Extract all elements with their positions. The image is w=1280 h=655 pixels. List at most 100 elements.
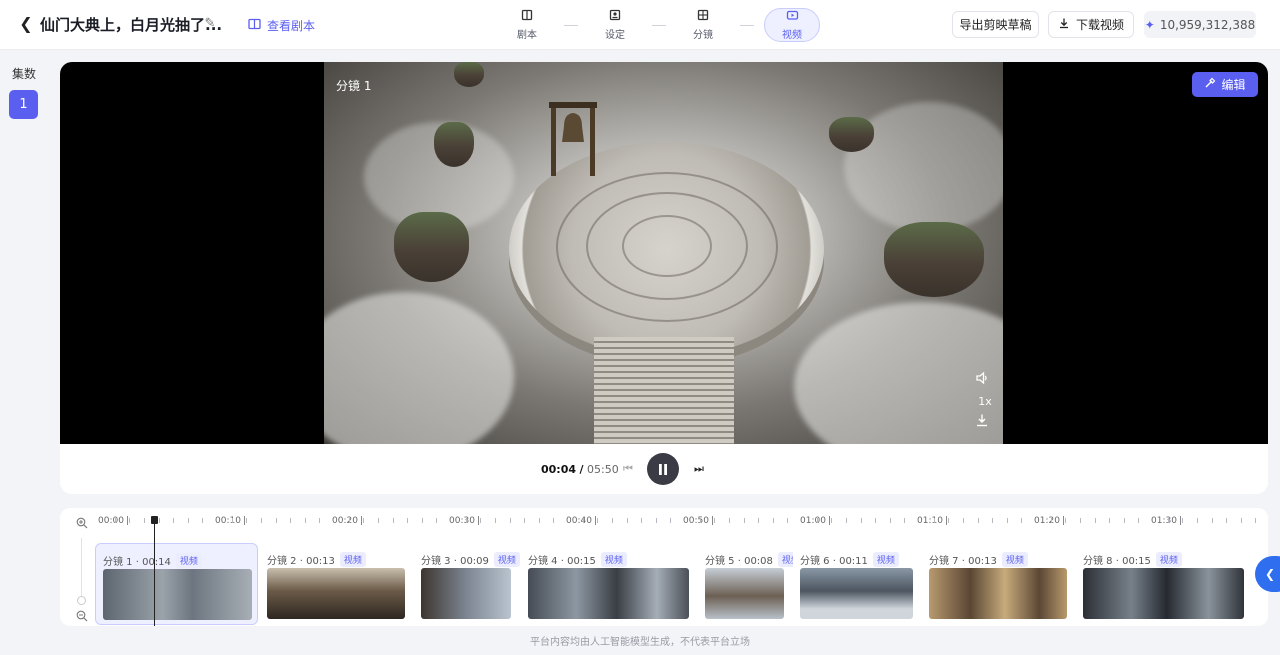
frame-label: 分镜 1 (336, 79, 372, 93)
step-settings[interactable]: 设定 (588, 8, 642, 42)
clip-7[interactable]: 分镜 7 · 00:13 视频 (922, 543, 1074, 625)
clip-badge: 视频 (339, 552, 366, 567)
ruler-tick (276, 518, 277, 523)
previous-icon[interactable]: ⏮ (621, 461, 635, 477)
ruler-tick (1168, 518, 1169, 523)
export-draft-label: 导出剪映草稿 (959, 18, 1032, 32)
step-label: 剧本 (517, 30, 537, 41)
view-script-label: 查看剧本 (267, 19, 316, 33)
clip-8[interactable]: 分镜 8 · 00:15 视频 (1076, 543, 1252, 625)
download-icon (1058, 17, 1070, 32)
credits-value: 10,959,312,388 (1159, 17, 1256, 32)
ruler-tick (1051, 518, 1052, 523)
download-frame-icon[interactable] (974, 413, 990, 429)
ruler-tick (992, 518, 993, 523)
clip-5[interactable]: 分镜 5 · 00:08 视频 (698, 543, 804, 625)
clip-badge: 视频 (600, 552, 627, 567)
clip-thumbnail (800, 568, 913, 619)
credits-balance[interactable]: ✦ 10,959,312,388 (1144, 11, 1256, 38)
ruler-label: 00:30 (449, 516, 475, 526)
ruler-tick (1212, 518, 1213, 523)
episode-button-1[interactable]: 1 (9, 90, 38, 119)
next-icon[interactable]: ⏭ (692, 461, 706, 477)
clip-4[interactable]: 分镜 4 · 00:15 视频 (521, 543, 696, 625)
ruler-tick (510, 518, 511, 523)
ruler-tick (946, 516, 947, 525)
clip-thumbnail (929, 568, 1067, 619)
stairs (594, 337, 734, 444)
ai-disclaimer: 平台内容均由人工智能模型生成，不代表平台立场 (530, 637, 750, 648)
clip-name: 分镜 5 · 00:08 (705, 556, 773, 567)
edit-button[interactable]: 编辑 (1192, 72, 1258, 97)
ruler-tick (478, 516, 479, 525)
ruler-tick (261, 518, 262, 523)
edit-title-icon[interactable]: ✎ (202, 16, 218, 32)
clip-1[interactable]: 分镜 1 · 00:14 视频 (95, 543, 258, 625)
clip-thumbnail (705, 568, 784, 619)
ruler-tick (144, 518, 145, 523)
pause-button[interactable] (647, 453, 679, 485)
playback-speed[interactable]: 1x (973, 395, 997, 409)
ruler-tick (246, 518, 247, 523)
clip-thumbnail (267, 568, 405, 619)
ruler-tick (1255, 518, 1256, 523)
zoom-slider-track[interactable] (81, 538, 82, 602)
ruler-tick (1197, 518, 1198, 523)
playback-controls: 00:04 / 05:50 ⏮ ⏭ (60, 444, 1268, 494)
ruler-label: 00:50 (683, 516, 709, 526)
clip-2[interactable]: 分镜 2 · 00:13 视频 (260, 543, 412, 625)
ruler-tick (670, 518, 671, 523)
ruler-tick (524, 518, 525, 523)
clip-6[interactable]: 分镜 6 · 00:11 视频 (793, 543, 920, 625)
clip-name: 分镜 3 · 00:09 (421, 556, 489, 567)
clip-header: 分镜 7 · 00:13 视频 (929, 552, 1028, 567)
step-video[interactable]: 视频 (764, 8, 820, 42)
ruler-tick (495, 518, 496, 523)
download-video-button[interactable]: 下载视频 (1048, 11, 1134, 38)
ruler-tick (875, 518, 876, 523)
step-divider (740, 24, 754, 26)
clip-name: 分镜 2 · 00:13 (267, 556, 335, 567)
time-ruler[interactable]: 00:00 00:10 00:20 00:30 00:40 00:50 01:0… (98, 514, 1268, 528)
clip-header: 分镜 4 · 00:15 视频 (528, 552, 627, 567)
workflow-steps: 剧本 设定 分镜 视频 (500, 6, 820, 44)
clip-header: 分镜 1 · 00:14 视频 (103, 553, 202, 568)
ruler-tick (1226, 518, 1227, 523)
ruler-tick (305, 518, 306, 523)
edit-wand-icon (1204, 77, 1216, 92)
ruler-tick (714, 518, 715, 523)
volume-icon[interactable] (973, 371, 991, 387)
zoom-in-icon[interactable] (76, 517, 88, 529)
video-player: 分镜 1 编辑 1x 00:04 / 05:50 ⏮ ⏭ (60, 62, 1268, 494)
download-video-label: 下载视频 (1075, 18, 1124, 32)
clip-badge: 视频 (1155, 552, 1182, 567)
ruler-label: 01:00 (800, 516, 826, 526)
view-script-link[interactable]: 查看剧本 (248, 17, 315, 34)
back-arrow-icon[interactable]: ❮ (16, 14, 36, 34)
book-icon (521, 9, 533, 24)
ruler-tick (773, 518, 774, 523)
clip-header: 分镜 3 · 00:09 视频 (421, 552, 520, 567)
ruler-tick (846, 518, 847, 523)
ruler-tick (1124, 518, 1125, 523)
ruler-tick (1021, 518, 1022, 523)
ruler-tick (1109, 518, 1110, 523)
ruler-tick (129, 518, 130, 523)
zoom-slider-handle[interactable] (77, 596, 86, 605)
ruler-tick (466, 518, 467, 523)
step-divider (652, 24, 666, 26)
ruler-tick (583, 518, 584, 523)
pause-icon (659, 463, 667, 475)
clip-thumbnail (103, 569, 252, 620)
clip-3[interactable]: 分镜 3 · 00:09 视频 (414, 543, 520, 625)
project-title: 仙门大典上，白月光抽了... (40, 16, 223, 34)
step-divider (564, 24, 578, 26)
ruler-tick (159, 518, 160, 523)
step-script[interactable]: 剧本 (500, 8, 554, 42)
ruler-tick (1182, 518, 1183, 523)
playhead[interactable] (151, 516, 158, 626)
ruler-tick (539, 518, 540, 523)
step-storyboard[interactable]: 分镜 (676, 8, 730, 42)
zoom-out-icon[interactable] (76, 610, 88, 622)
export-draft-button[interactable]: 导出剪映草稿 (952, 11, 1039, 38)
